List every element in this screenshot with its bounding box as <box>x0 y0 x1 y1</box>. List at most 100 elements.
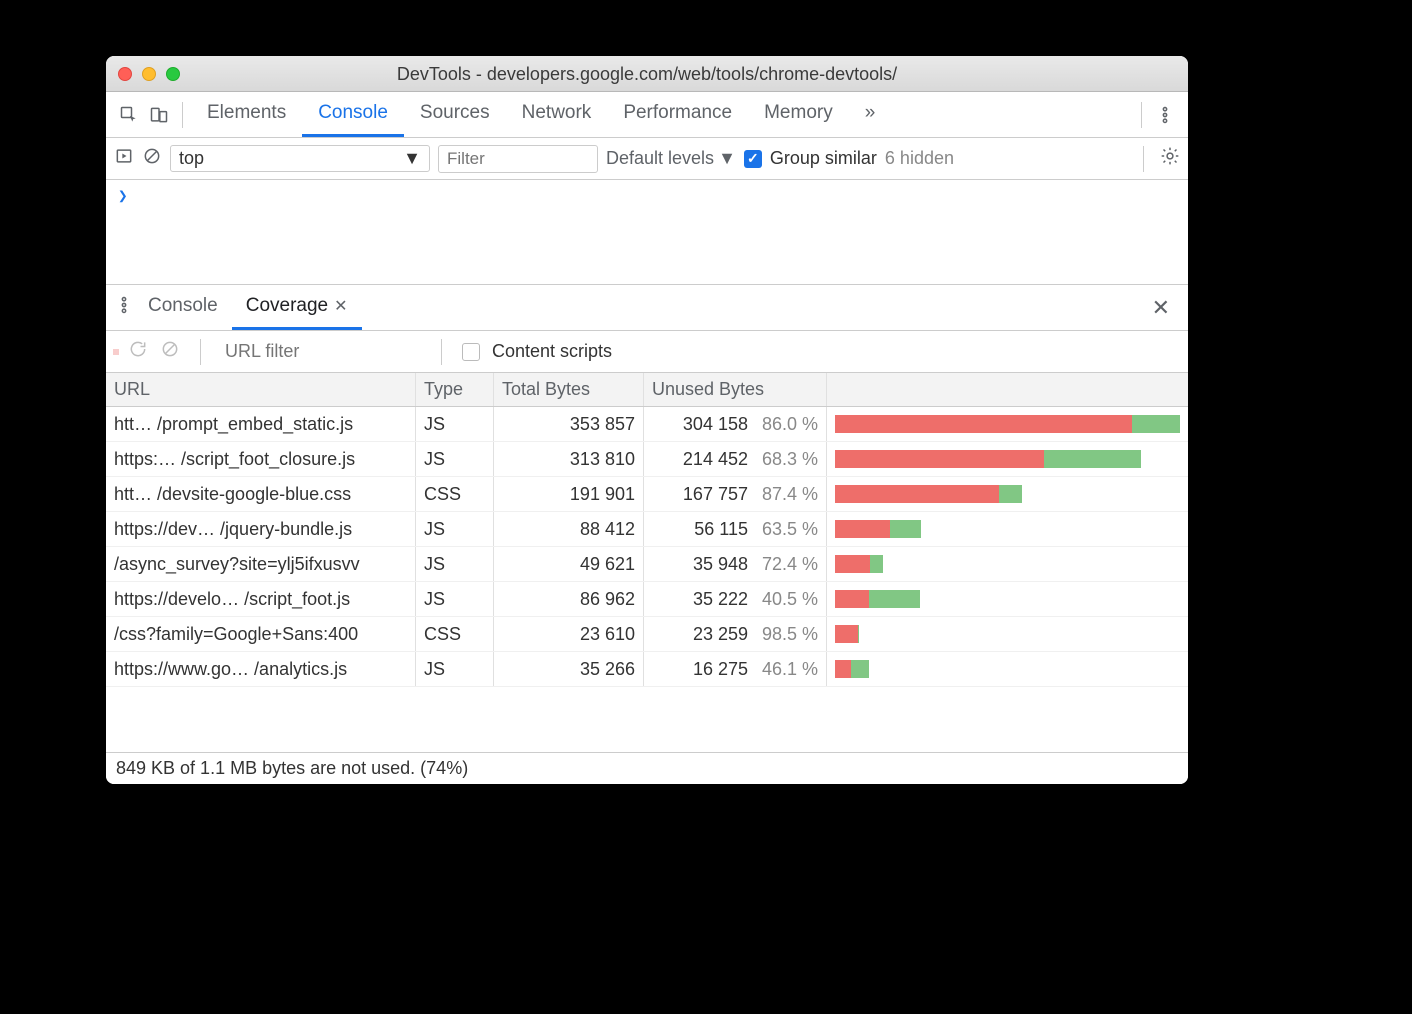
table-row[interactable]: https://dev… /jquery-bundle.jsJS88 41256… <box>106 512 1188 547</box>
cell-bar <box>827 547 1188 581</box>
table-body: htt… /prompt_embed_static.jsJS353 857304… <box>106 407 1188 752</box>
cell-bar <box>827 617 1188 651</box>
tab-elements[interactable]: Elements <box>191 93 302 137</box>
th-total[interactable]: Total Bytes <box>494 373 644 406</box>
cell-url: https://dev… /jquery-bundle.js <box>106 512 416 546</box>
cell-unused: 16 27546.1 % <box>644 652 827 686</box>
table-header: URL Type Total Bytes Unused Bytes <box>106 373 1188 407</box>
drawer-tab-coverage[interactable]: Coverage ✕ <box>232 286 362 330</box>
cell-type: JS <box>416 582 494 616</box>
cell-bar <box>827 512 1188 546</box>
context-selector-label: top <box>179 148 204 169</box>
table-row[interactable]: https://www.go… /analytics.jsJS35 26616 … <box>106 652 1188 687</box>
close-window-button[interactable] <box>118 67 132 81</box>
console-settings-gear-icon[interactable] <box>1160 146 1180 171</box>
cell-bar <box>827 582 1188 616</box>
tabs-overflow[interactable]: » <box>849 93 892 137</box>
cell-url: /css?family=Google+Sans:400 <box>106 617 416 651</box>
drawer-tab-coverage-label: Coverage <box>246 295 328 317</box>
cell-type: CSS <box>416 617 494 651</box>
reload-icon[interactable] <box>128 339 148 364</box>
device-toolbar-icon[interactable] <box>144 100 174 130</box>
clear-icon[interactable] <box>160 339 180 364</box>
close-drawer-icon[interactable]: ✕ <box>1142 295 1180 321</box>
cell-unused: 214 45268.3 % <box>644 442 827 476</box>
cell-unused: 35 94872.4 % <box>644 547 827 581</box>
drawer-more-icon[interactable] <box>114 295 134 320</box>
table-row[interactable]: https:… /script_foot_closure.jsJS313 810… <box>106 442 1188 477</box>
cell-unused: 23 25998.5 % <box>644 617 827 651</box>
cell-unused: 167 75787.4 % <box>644 477 827 511</box>
tab-memory[interactable]: Memory <box>748 93 849 137</box>
th-url[interactable]: URL <box>106 373 416 406</box>
content-scripts-checkbox[interactable] <box>462 343 480 361</box>
console-input-area[interactable]: ❯ <box>106 180 1188 285</box>
cell-total: 49 621 <box>494 547 644 581</box>
coverage-status: 849 KB of 1.1 MB bytes are not used. (74… <box>106 752 1188 784</box>
separator <box>441 339 442 365</box>
cell-url: https:… /script_foot_closure.js <box>106 442 416 476</box>
table-row[interactable]: htt… /devsite-google-blue.cssCSS191 9011… <box>106 477 1188 512</box>
cell-bar <box>827 407 1188 441</box>
th-type[interactable]: Type <box>416 373 494 406</box>
log-levels-selector[interactable]: Default levels ▼ <box>606 148 736 169</box>
context-selector[interactable]: top ▼ <box>170 145 430 172</box>
th-bar <box>827 373 1188 406</box>
table-row[interactable]: https://develo… /script_foot.jsJS86 9623… <box>106 582 1188 617</box>
cell-unused: 304 15886.0 % <box>644 407 827 441</box>
main-tabstrip: Elements Console Sources Network Perform… <box>106 92 1188 138</box>
tab-network[interactable]: Network <box>506 93 608 137</box>
window-titlebar: DevTools - developers.google.com/web/too… <box>106 56 1188 92</box>
execute-icon[interactable] <box>114 146 134 171</box>
cell-url: /async_survey?site=ylj5ifxusvv <box>106 547 416 581</box>
tab-console[interactable]: Console <box>302 93 404 137</box>
cell-type: JS <box>416 652 494 686</box>
drawer-tab-console[interactable]: Console <box>134 286 232 330</box>
cell-total: 88 412 <box>494 512 644 546</box>
separator <box>1141 102 1142 128</box>
cell-bar <box>827 652 1188 686</box>
cell-type: JS <box>416 547 494 581</box>
cell-url: htt… /devsite-google-blue.css <box>106 477 416 511</box>
cell-type: JS <box>416 442 494 476</box>
url-filter-input[interactable] <box>221 338 421 365</box>
group-similar-checkbox[interactable]: ✓ <box>744 150 762 168</box>
drawer-tabstrip: Console Coverage ✕ ✕ <box>106 285 1188 331</box>
cell-type: JS <box>416 512 494 546</box>
separator <box>1143 146 1144 172</box>
inspect-element-icon[interactable] <box>114 100 144 130</box>
separator <box>200 339 201 365</box>
window-title: DevTools - developers.google.com/web/too… <box>106 64 1188 85</box>
th-unused[interactable]: Unused Bytes <box>644 373 827 406</box>
more-options-icon[interactable] <box>1150 100 1180 130</box>
chevron-down-icon: ▼ <box>718 148 736 169</box>
clear-console-icon[interactable] <box>142 146 162 171</box>
cell-bar <box>827 477 1188 511</box>
log-levels-label: Default levels <box>606 148 714 169</box>
table-row[interactable]: htt… /prompt_embed_static.jsJS353 857304… <box>106 407 1188 442</box>
cell-total: 313 810 <box>494 442 644 476</box>
minimize-window-button[interactable] <box>142 67 156 81</box>
cell-type: CSS <box>416 477 494 511</box>
devtools-window: DevTools - developers.google.com/web/too… <box>106 56 1188 784</box>
cell-url: https://develo… /script_foot.js <box>106 582 416 616</box>
cell-url: https://www.go… /analytics.js <box>106 652 416 686</box>
cell-unused: 56 11563.5 % <box>644 512 827 546</box>
tab-performance[interactable]: Performance <box>607 93 748 137</box>
cell-url: htt… /prompt_embed_static.js <box>106 407 416 441</box>
cell-bar <box>827 442 1188 476</box>
content-scripts-label: Content scripts <box>492 341 612 362</box>
zoom-window-button[interactable] <box>166 67 180 81</box>
coverage-toolbar: Content scripts <box>106 331 1188 373</box>
separator <box>182 102 183 128</box>
cell-total: 353 857 <box>494 407 644 441</box>
table-row[interactable]: /async_survey?site=ylj5ifxusvvJS49 62135… <box>106 547 1188 582</box>
console-filter-input[interactable] <box>438 145 598 173</box>
hidden-count: 6 hidden <box>885 148 954 169</box>
tab-sources[interactable]: Sources <box>404 93 506 137</box>
window-controls <box>118 67 180 81</box>
group-similar-label: Group similar <box>770 148 877 169</box>
close-tab-icon[interactable]: ✕ <box>334 296 347 316</box>
table-row[interactable]: /css?family=Google+Sans:400CSS23 61023 2… <box>106 617 1188 652</box>
coverage-table: URL Type Total Bytes Unused Bytes htt… /… <box>106 373 1188 752</box>
